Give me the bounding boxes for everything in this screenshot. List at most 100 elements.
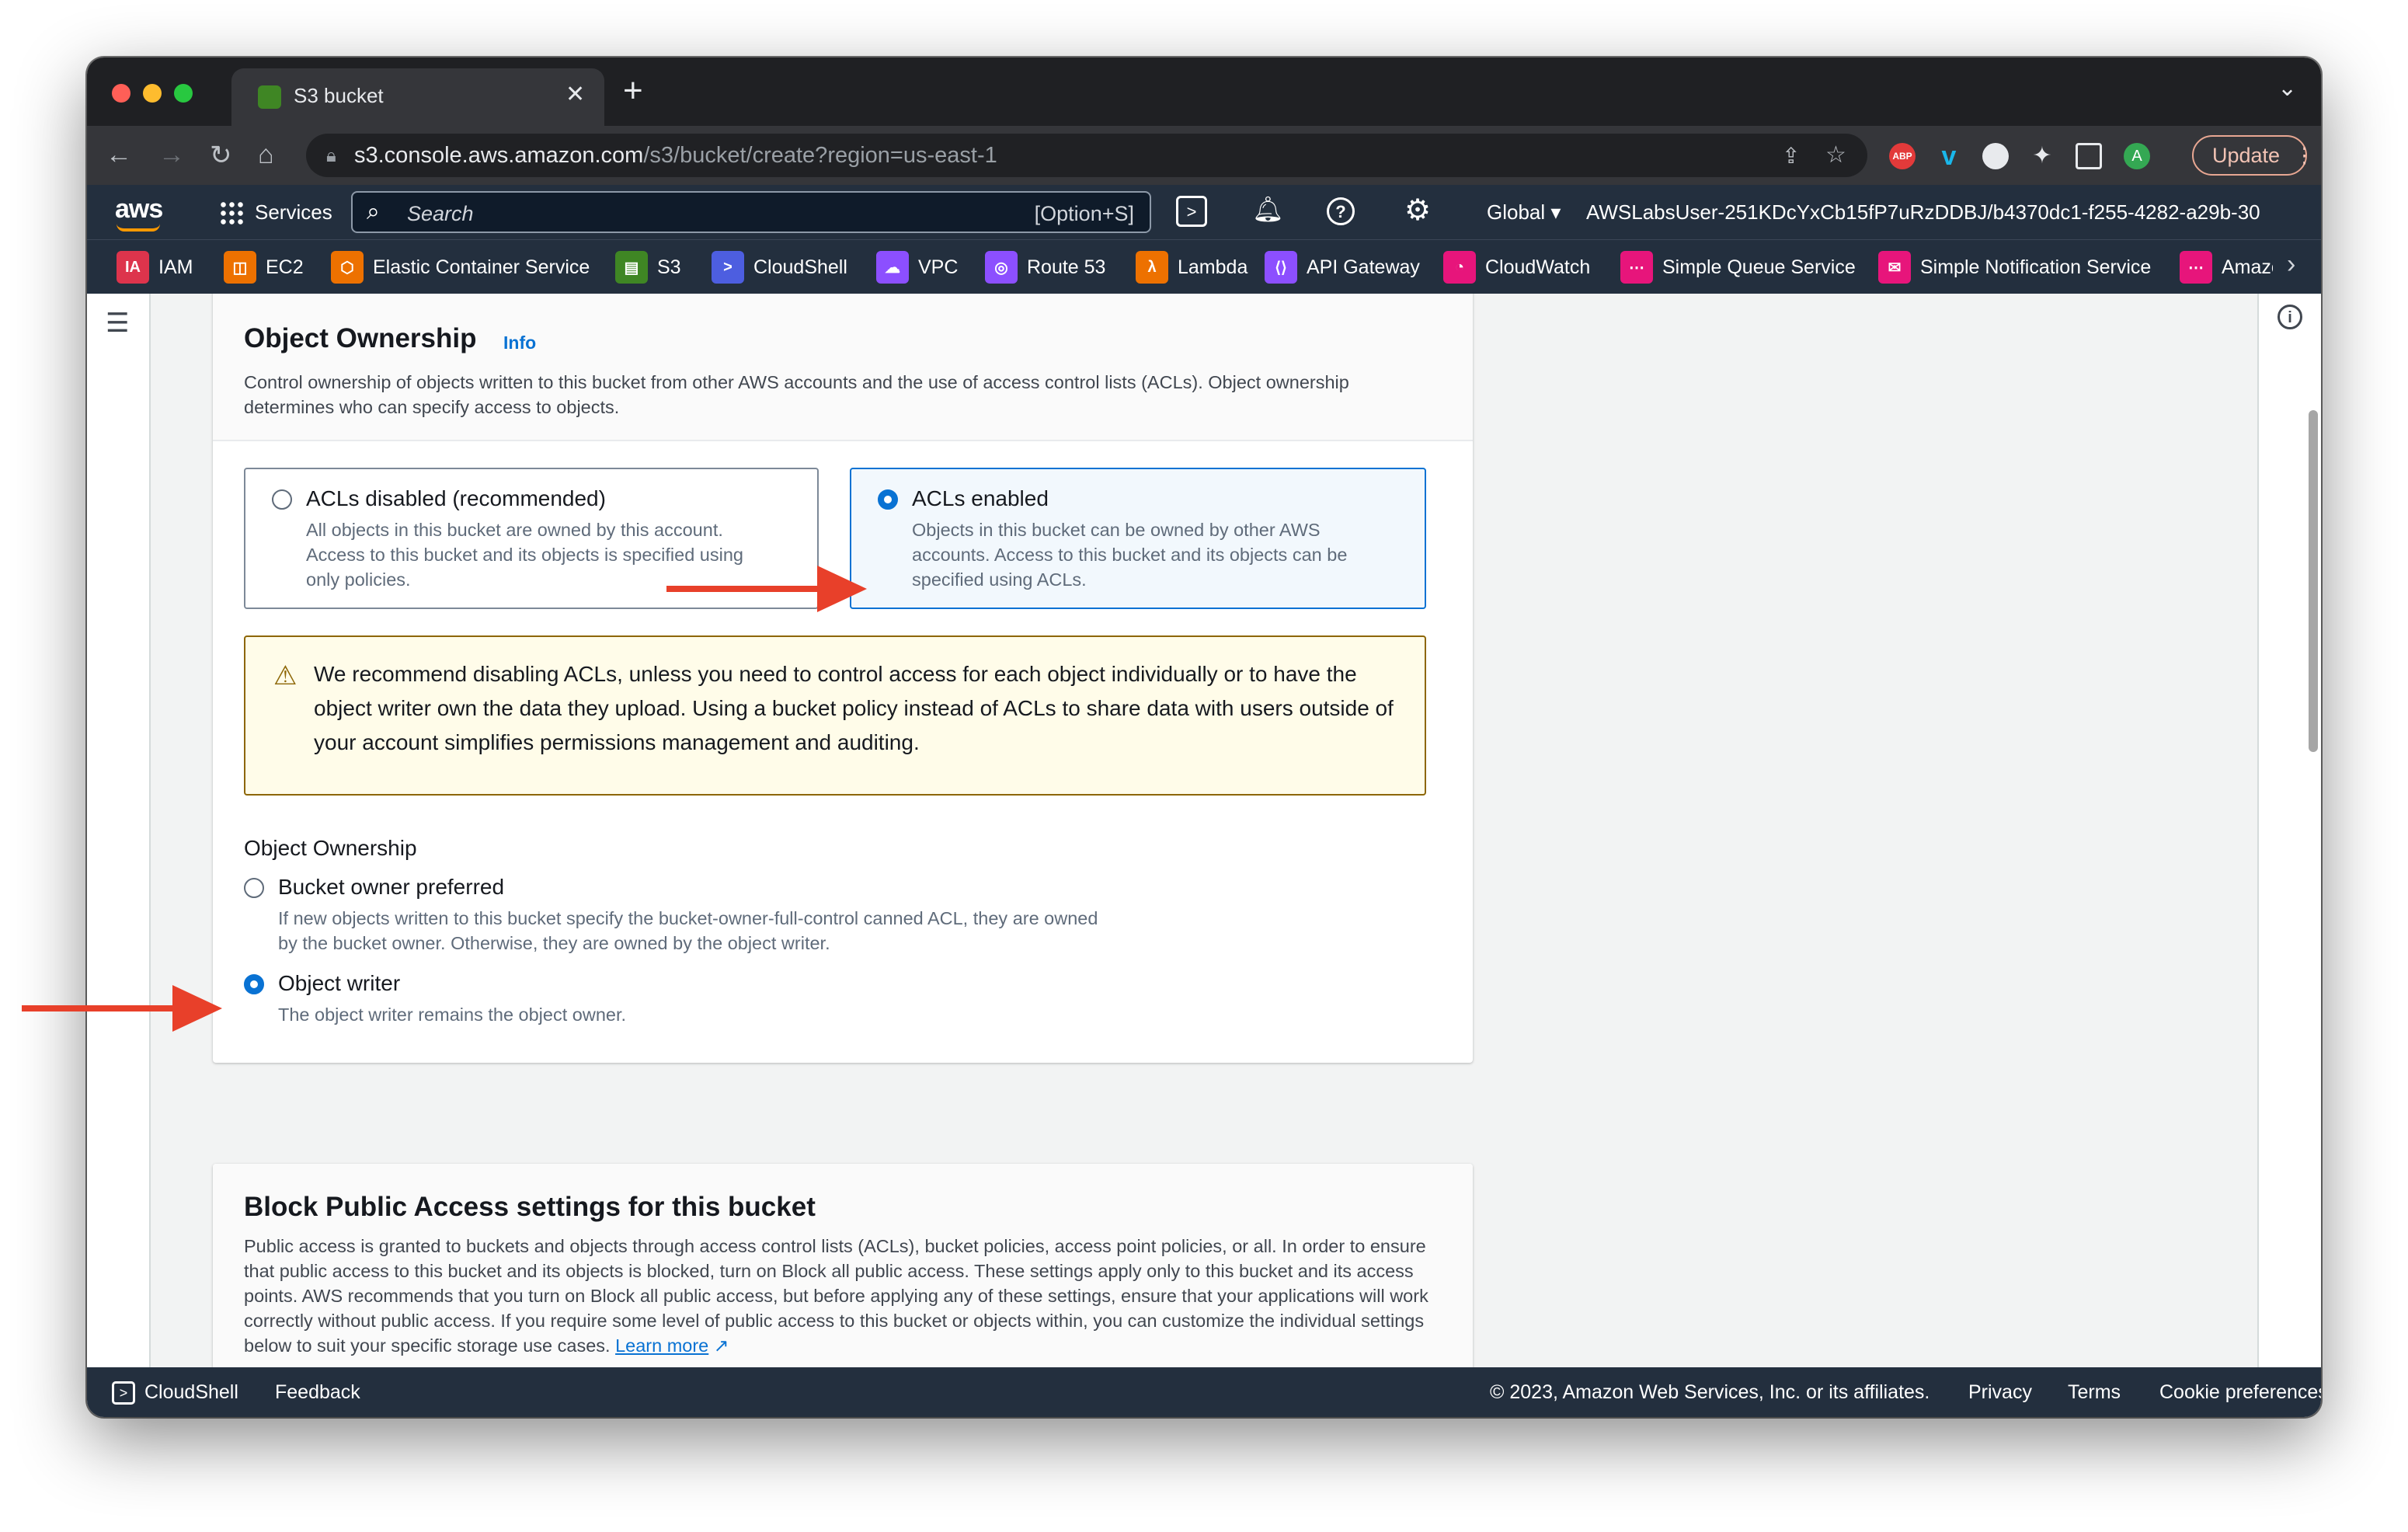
annotation-arrow-writer-shaft bbox=[22, 1005, 177, 1011]
forward-icon[interactable]: → bbox=[158, 140, 185, 170]
ec2-icon: ◫ bbox=[224, 251, 256, 284]
object-ownership-description: Control ownership of objects written to … bbox=[244, 372, 1349, 417]
extension-circle-icon[interactable] bbox=[1982, 143, 2009, 169]
favorite-ec2[interactable]: ◫ EC2 bbox=[224, 251, 304, 284]
acls-disabled-radio[interactable] bbox=[272, 489, 292, 510]
services-menu[interactable]: Services bbox=[255, 200, 332, 225]
info-panel-icon[interactable]: i bbox=[2278, 305, 2302, 329]
bucket-owner-preferred-label[interactable]: Bucket owner preferred bbox=[278, 875, 504, 900]
learn-more-link[interactable]: Learn more bbox=[615, 1335, 708, 1356]
sqs-icon: ⋯ bbox=[1620, 251, 1653, 284]
favorite-amazon-truncated[interactable]: ⋯Amazo bbox=[2180, 251, 2273, 284]
settings-gear-icon[interactable]: ⚙ bbox=[1404, 193, 1431, 228]
aws-logo[interactable]: aws bbox=[115, 194, 163, 225]
favorite-vpc[interactable]: ☁ VPC bbox=[876, 251, 958, 284]
kebab-menu-icon: ⋮ bbox=[2294, 143, 2316, 167]
favorites-scroll-right-icon[interactable]: › bbox=[2287, 249, 2295, 280]
bucket-owner-preferred-description: If new objects written to this bucket sp… bbox=[278, 908, 1098, 953]
side-panel-icon[interactable] bbox=[2076, 143, 2102, 169]
console-footer: > CloudShell Feedback © 2023, Amazon Web… bbox=[87, 1367, 2321, 1417]
footer-privacy[interactable]: Privacy bbox=[1968, 1381, 2032, 1404]
favorite-sqs[interactable]: ⋯ Simple Queue Service bbox=[1620, 251, 1856, 284]
favorite-cloudwatch[interactable]: ◔ CloudWatch bbox=[1443, 251, 1590, 284]
search-shortcut: [Option+S] bbox=[1034, 202, 1134, 225]
adblock-extension-icon[interactable]: ABP bbox=[1889, 143, 1916, 169]
favorite-cloudshell[interactable]: > CloudShell bbox=[712, 251, 847, 284]
close-window-button[interactable] bbox=[112, 84, 130, 103]
favorite-iam[interactable]: IA IAM bbox=[117, 251, 193, 284]
cloudshell-footer-icon[interactable]: > bbox=[112, 1381, 135, 1405]
home-icon[interactable]: ⌂ bbox=[258, 140, 274, 170]
reload-icon[interactable]: ↻ bbox=[210, 140, 232, 171]
cloudshell-icon[interactable]: > bbox=[1176, 196, 1207, 227]
vpc-icon: ☁ bbox=[876, 251, 909, 284]
favorite-route53[interactable]: ◎ Route 53 bbox=[985, 251, 1105, 284]
extensions-puzzle-icon[interactable]: ✦ bbox=[2029, 143, 2055, 169]
annotation-arrow-writer-head bbox=[172, 985, 222, 1032]
object-writer-description: The object writer remains the object own… bbox=[278, 1005, 627, 1025]
new-tab-icon[interactable]: + bbox=[623, 71, 643, 110]
acls-disabled-label: ACLs disabled (recommended) bbox=[306, 486, 606, 510]
object-ownership-sublabel: Object Ownership bbox=[244, 836, 417, 860]
browser-window: S3 bucket ✕ + ⌄ ← → ↻ ⌂ 🔒︎ s3.console.aw… bbox=[87, 57, 2321, 1417]
lambda-icon: λ bbox=[1136, 251, 1168, 284]
favorite-ecs[interactable]: ⬡ Elastic Container Service bbox=[331, 251, 590, 284]
url-text: s3.console.aws.amazon.com/s3/bucket/crea… bbox=[354, 143, 997, 168]
block-public-access-description: Public access is granted to buckets and … bbox=[244, 1236, 1428, 1356]
favorite-s3[interactable]: ▤ S3 bbox=[615, 251, 681, 284]
route53-icon: ◎ bbox=[985, 251, 1018, 284]
browser-toolbar: ← → ↻ ⌂ 🔒︎ s3.console.aws.amazon.com/s3/… bbox=[87, 126, 2321, 185]
address-bar[interactable]: 🔒︎ s3.console.aws.amazon.com/s3/bucket/c… bbox=[306, 134, 1867, 177]
footer-terms[interactable]: Terms bbox=[2068, 1381, 2121, 1404]
footer-cloudshell[interactable]: CloudShell bbox=[144, 1381, 238, 1404]
favorites-bar: IA IAM ◫ EC2 ⬡ Elastic Container Service ▤ S… bbox=[87, 239, 2321, 294]
cloudshell-fav-icon: > bbox=[712, 251, 744, 284]
api-gateway-icon: ⟨⟩ bbox=[1265, 251, 1297, 284]
notifications-bell-icon[interactable]: 🔔︎ bbox=[1252, 194, 1284, 224]
acls-enabled-tile[interactable]: ACLs enabled Objects in this bucket can … bbox=[850, 468, 1426, 609]
external-link-icon: ↗ bbox=[713, 1335, 729, 1356]
ecs-icon: ⬡ bbox=[331, 251, 364, 284]
footer-feedback[interactable]: Feedback bbox=[275, 1381, 360, 1404]
vimeo-extension-icon[interactable]: v bbox=[1936, 143, 1962, 169]
acls-enabled-radio[interactable] bbox=[878, 489, 898, 510]
page-scrollbar[interactable] bbox=[2309, 410, 2318, 752]
help-icon[interactable]: ? bbox=[1327, 197, 1355, 225]
zoom-window-button[interactable] bbox=[174, 84, 193, 103]
cloudwatch-icon: ◔ bbox=[1443, 251, 1476, 284]
console-content: ☰ i Object Ownership Info Control owners… bbox=[87, 294, 2321, 1367]
annotation-arrow-acl-shaft bbox=[666, 586, 822, 592]
tab-close-icon[interactable]: ✕ bbox=[565, 81, 585, 108]
favorite-lambda[interactable]: λ Lambda bbox=[1136, 251, 1247, 284]
bookmark-star-icon[interactable]: ☆ bbox=[1825, 141, 1846, 169]
search-icon: ⌕ bbox=[367, 199, 380, 225]
services-grid-icon[interactable] bbox=[219, 200, 244, 225]
warning-icon: ⚠ bbox=[273, 661, 298, 691]
info-link[interactable]: Info bbox=[503, 333, 536, 353]
favorite-api-gateway[interactable]: ⟨⟩ API Gateway bbox=[1265, 251, 1420, 284]
aws-search-input[interactable]: ⌕ Search [Option+S] bbox=[351, 191, 1151, 233]
block-public-access-title: Block Public Access settings for this bu… bbox=[244, 1192, 816, 1222]
back-icon[interactable]: ← bbox=[106, 140, 132, 170]
object-ownership-title: Object Ownership bbox=[244, 323, 477, 353]
tab-title: S3 bucket bbox=[294, 84, 384, 107]
region-selector[interactable]: Global ▾ bbox=[1487, 200, 1561, 225]
bucket-owner-preferred-radio[interactable] bbox=[244, 878, 264, 898]
hamburger-menu-icon[interactable]: ☰ bbox=[106, 308, 129, 339]
minimize-window-button[interactable] bbox=[143, 84, 162, 103]
browser-tab[interactable]: S3 bucket ✕ bbox=[231, 68, 604, 126]
account-menu[interactable]: AWSLabsUser-251KDcYxCb15fP7uRzDDBJ/b4370… bbox=[1586, 200, 2262, 225]
amazon-service-icon: ⋯ bbox=[2180, 251, 2212, 284]
tab-search-chevron-icon[interactable]: ⌄ bbox=[2278, 75, 2297, 102]
object-writer-label[interactable]: Object writer bbox=[278, 971, 400, 996]
aws-top-nav: aws Services ⌕ Search [Option+S] > 🔔︎ ? … bbox=[87, 185, 2321, 239]
share-icon[interactable]: ⇪ bbox=[1782, 143, 1800, 169]
browser-update-button[interactable]: Update ⋮ bbox=[2192, 135, 2315, 176]
acls-enabled-label: ACLs enabled bbox=[912, 486, 1049, 510]
acls-enabled-description: Objects in this bucket can be owned by o… bbox=[912, 520, 1348, 590]
footer-cookie-preferences[interactable]: Cookie preferences bbox=[2159, 1381, 2321, 1404]
profile-avatar[interactable]: A bbox=[2124, 143, 2150, 169]
acl-warning-alert: ⚠ We recommend disabling ACLs, unless yo… bbox=[244, 635, 1426, 796]
object-writer-radio[interactable] bbox=[244, 974, 264, 994]
favorite-sns[interactable]: ✉ Simple Notification Service bbox=[1878, 251, 2151, 284]
